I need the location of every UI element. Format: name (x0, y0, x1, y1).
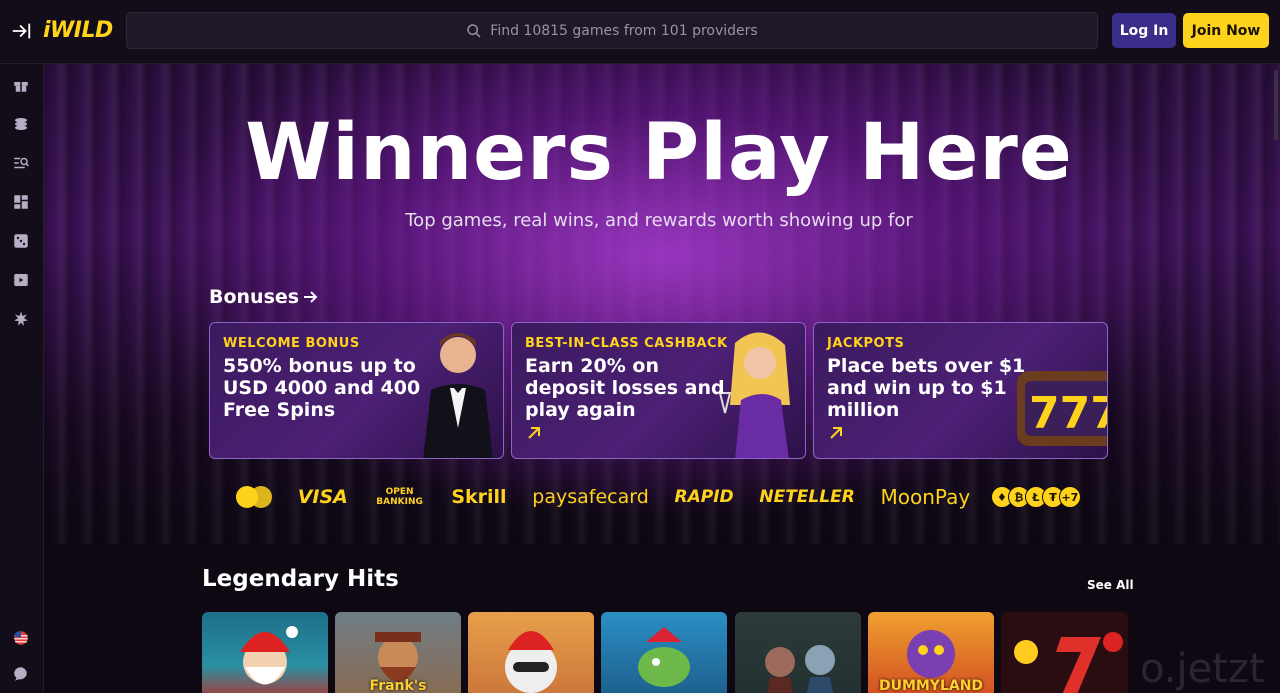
chat-icon[interactable] (12, 665, 30, 683)
neteller-logo: NETELLER (759, 487, 855, 507)
gift-icon[interactable] (12, 76, 30, 94)
video-icon[interactable] (12, 271, 30, 289)
card-tag: JACKPOTS (827, 336, 905, 351)
game-tile-fish[interactable] (601, 612, 727, 693)
skrill-logo: Skrill (451, 486, 507, 508)
svg-text:777: 777 (1029, 388, 1107, 439)
bonuses-heading: Bonuses (209, 286, 300, 308)
moonpay-logo: MoonPay (880, 485, 971, 509)
game-tile-heist[interactable] (735, 612, 861, 693)
logo[interactable]: iWILD (43, 18, 113, 43)
search-input[interactable]: Find 10815 games from 101 providers (126, 12, 1098, 49)
bonus-card-jackpots[interactable]: 777 JACKPOTS Place bets over $1 and win … (813, 322, 1108, 459)
visa-logo: VISA (297, 486, 348, 508)
bonuses-link[interactable]: Bonuses (209, 286, 319, 308)
open-banking-logo: OPEN BANKING (376, 487, 423, 507)
game-tile-franks[interactable]: Frank's (335, 612, 461, 693)
more-crypto-badge: +7 (1058, 486, 1081, 508)
watermark-text: o.jetzt (1140, 646, 1265, 692)
search-placeholder: Find 10815 games from 101 providers (490, 22, 758, 39)
card-text: Place bets over $1 and win up to $1 mill… (827, 355, 1026, 421)
spark-icon[interactable] (12, 310, 30, 328)
section-title: Legendary Hits (202, 566, 399, 592)
mastercard-logo (236, 486, 272, 508)
bonus-card-welcome[interactable]: WELCOME BONUS 550% bonus up to USD 4000 … (209, 322, 504, 459)
top-header: iWILD Find 10815 games from 101 provider… (0, 0, 1280, 64)
game-title: DUMMYLAND (878, 678, 984, 693)
page-scrollbar[interactable] (1274, 70, 1278, 140)
game-tile-raccoon[interactable] (468, 612, 594, 693)
arrow-up-right-icon (526, 425, 542, 441)
game-tile-fruits[interactable] (1001, 612, 1128, 693)
card-text: Earn 20% on deposit losses and play agai… (525, 355, 725, 421)
card-tag: WELCOME BONUS (223, 336, 360, 351)
login-button[interactable]: Log In (1112, 13, 1176, 48)
us-flag-icon[interactable] (12, 629, 30, 647)
game-tile-santa[interactable] (202, 612, 328, 693)
game-title: Frank's (369, 678, 427, 693)
search-icon (467, 23, 481, 38)
dice-icon[interactable] (12, 232, 30, 250)
see-all-link[interactable]: See All (1087, 578, 1134, 592)
arrow-up-right-icon (828, 425, 844, 441)
card-tag: BEST-IN-CLASS CASHBACK (525, 336, 728, 351)
join-now-button[interactable]: Join Now (1183, 13, 1269, 48)
arrow-right-icon (304, 291, 318, 303)
hero-subtitle: Top games, real wins, and rewards worth … (405, 210, 913, 231)
hero-title: Winners Play Here (245, 108, 1073, 198)
card-text: 550% bonus up to USD 4000 and 400 Free S… (223, 355, 421, 421)
crypto-logos: ♦ ₿ Ł ₮ +7 (990, 486, 1081, 508)
paysafecard-logo: paysafecard (532, 486, 649, 508)
bonus-card-cashback[interactable]: BEST-IN-CLASS CASHBACK Earn 20% on depos… (511, 322, 806, 459)
sidebar-toggle-icon[interactable] (10, 20, 32, 42)
payment-methods: VISA OPEN BANKING Skrill paysafecard RAP… (236, 482, 1081, 512)
game-tile-dummyland[interactable]: DUMMYLAND (868, 612, 994, 693)
rapid-logo: RAPID (674, 487, 734, 507)
